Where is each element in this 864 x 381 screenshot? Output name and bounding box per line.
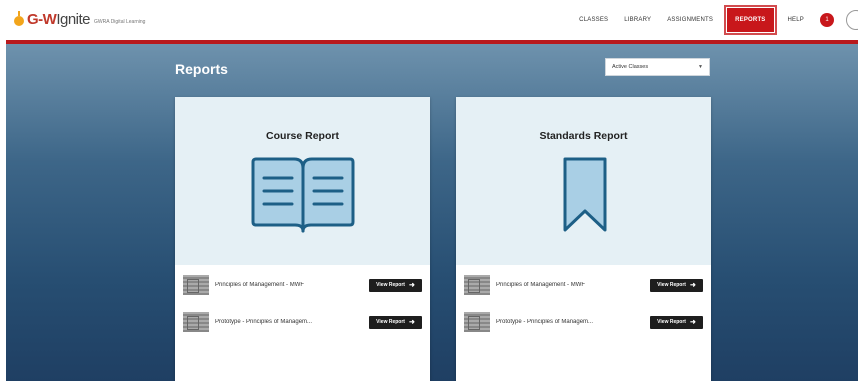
view-report-button[interactable]: View Report ➜ [369, 315, 422, 329]
user-avatar[interactable] [846, 10, 858, 30]
report-row: Principles of Management - MWF View Repo… [464, 275, 703, 295]
logo-wordmark: G-WIgnite [27, 11, 91, 28]
sun-logo-icon [12, 10, 26, 27]
nav-classes[interactable]: CLASSES [579, 17, 608, 23]
notification-badge[interactable]: 1 [820, 13, 834, 27]
view-report-button[interactable]: View Report ➜ [650, 278, 703, 292]
course-report-header: Course Report [175, 97, 430, 265]
external-link-icon: ➜ [689, 318, 696, 326]
report-row: Prototype - Principles of Managem... Vie… [183, 312, 422, 332]
course-report-card: Course Report Principles of Management -… [175, 97, 430, 381]
chevron-down-icon: ▼ [698, 64, 703, 70]
class-name: Principles of Management - MWF [215, 282, 305, 288]
class-thumbnail [464, 312, 490, 332]
class-name: Principles of Management - MWF [496, 282, 586, 288]
nav-library[interactable]: LIBRARY [624, 17, 651, 23]
view-report-button[interactable]: View Report ➜ [650, 315, 703, 329]
class-filter-value: Active Classes [612, 64, 649, 70]
class-thumbnail [464, 275, 490, 295]
external-link-icon: ➜ [689, 281, 696, 289]
main-nav: CLASSES LIBRARY ASSIGNMENTS REPORTS HELP… [571, 0, 858, 40]
class-filter-dropdown[interactable]: Active Classes ▼ [605, 58, 710, 76]
nav-reports[interactable]: REPORTS [724, 5, 777, 35]
logo-tagline: GWRA Digital Learning [94, 18, 146, 25]
page-title: Reports [175, 61, 228, 77]
report-row: Principles of Management - MWF View Repo… [183, 275, 422, 295]
external-link-icon: ➜ [408, 281, 415, 289]
gw-ignite-logo[interactable]: G-WIgnite GWRA Digital Learning [12, 10, 146, 28]
card-title: Standards Report [539, 130, 628, 142]
class-thumbnail [183, 275, 209, 295]
standards-report-card: Standards Report Principles of Managemen… [456, 97, 711, 381]
open-book-icon [251, 157, 355, 233]
card-title: Course Report [266, 130, 339, 142]
class-name: Prototype - Principles of Managem... [496, 319, 594, 325]
nav-help[interactable]: HELP [788, 17, 804, 23]
report-row: Prototype - Principles of Managem... Vie… [464, 312, 703, 332]
top-navbar: G-WIgnite GWRA Digital Learning CLASSES … [6, 0, 858, 40]
bookmark-ribbon-icon [563, 157, 607, 232]
class-thumbnail [183, 312, 209, 332]
view-report-button[interactable]: View Report ➜ [369, 278, 422, 292]
standards-report-header: Standards Report [456, 97, 711, 265]
reports-main: Reports Active Classes ▼ Course Report P… [6, 44, 858, 381]
class-name: Prototype - Principles of Managem... [215, 319, 313, 325]
external-link-icon: ➜ [408, 318, 415, 326]
nav-assignments[interactable]: ASSIGNMENTS [667, 17, 713, 23]
app-frame: G-WIgnite GWRA Digital Learning CLASSES … [6, 0, 858, 381]
